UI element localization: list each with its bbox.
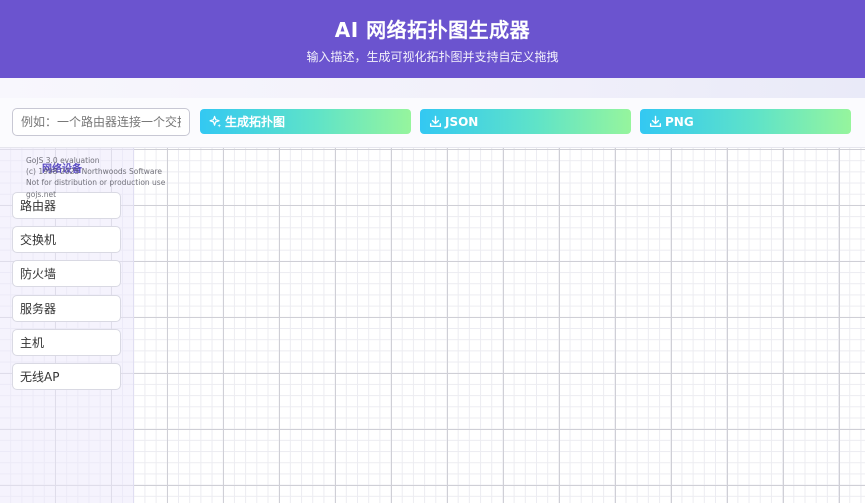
png-button-label: PNG xyxy=(665,114,694,129)
palette-item-server[interactable]: 服务器 xyxy=(12,295,121,322)
watermark-line: GoJS 3.0 evaluation xyxy=(26,156,100,165)
app-header: AI 网络拓扑图生成器 输入描述，生成可视化拓扑图并支持自定义拖拽 xyxy=(0,0,865,78)
palette-item-wireless-ap[interactable]: 无线AP xyxy=(12,363,121,390)
header-divider-band xyxy=(0,78,865,98)
watermark-line: (c) 1998-2025 Northwoods Software xyxy=(26,167,163,177)
download-icon xyxy=(649,115,662,128)
gojs-watermark: GoJS 3.0 evaluation (c) 1998-2025 Northw… xyxy=(26,155,165,200)
export-json-button[interactable]: JSON xyxy=(420,109,631,134)
generate-topology-button[interactable]: 生成拓扑图 xyxy=(200,109,411,134)
download-icon xyxy=(429,115,442,128)
palette-item-switch[interactable]: 交换机 xyxy=(12,226,121,253)
app-title: AI 网络拓扑图生成器 xyxy=(334,18,531,42)
watermark-line: gojs.net xyxy=(26,189,57,199)
app-subtitle: 输入描述，生成可视化拓扑图并支持自定义拖拽 xyxy=(306,50,559,64)
prompt-input[interactable] xyxy=(12,108,190,136)
watermark-line: Not for distribution or production use xyxy=(26,178,166,188)
device-palette: 网络设备 路由器 交换机 防火墙 服务器 主机 无线AP xyxy=(0,148,134,503)
sparkle-icon xyxy=(209,115,222,128)
palette-item-host[interactable]: 主机 xyxy=(12,329,121,356)
toolbar: 生成拓扑图 JSON PNG xyxy=(0,98,865,148)
json-button-label: JSON xyxy=(445,114,479,129)
generate-button-label: 生成拓扑图 xyxy=(225,115,286,129)
palette-item-firewall[interactable]: 防火墙 xyxy=(12,260,121,287)
export-png-button[interactable]: PNG xyxy=(640,109,851,134)
